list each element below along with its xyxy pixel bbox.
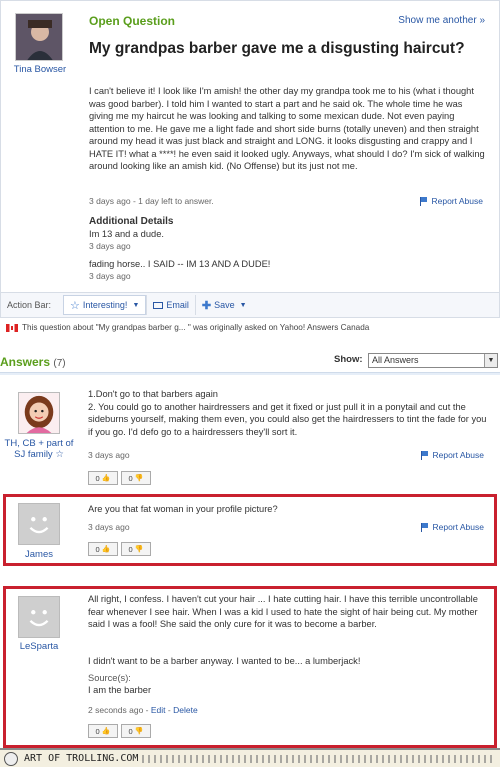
additional-detail-text: fading horse.. I SAID -- IM 13 AND A DUD… <box>89 259 271 269</box>
asker-avatar[interactable] <box>15 13 63 61</box>
answers-count: (7) <box>53 358 66 369</box>
show-filter-label: Show: <box>334 354 363 365</box>
flag-icon <box>420 196 428 206</box>
question-meta: 3 days ago - 1 day left to answer. <box>89 196 214 206</box>
thumbs-down-count: 0 <box>128 544 133 554</box>
thumbs-up-icon: 👍 <box>101 546 111 553</box>
answer-votes: 0 👍 0 👎 <box>88 542 151 556</box>
footer-text: ART OF TROLLING.COM <box>24 753 139 764</box>
thumbs-up-count: 0 <box>95 473 100 483</box>
email-button[interactable]: Email <box>146 295 195 315</box>
thumbs-up-count: 0 <box>95 726 100 736</box>
thumbs-up-button[interactable]: 0 👍 <box>88 471 118 485</box>
question-title: My grandpas barber gave me a disgusting … <box>89 40 465 57</box>
answerer-username[interactable]: LeSparta <box>4 641 74 652</box>
additional-details-title: Additional Details <box>89 216 174 227</box>
chevron-down-icon: ▼ <box>132 301 140 309</box>
answer-report-abuse[interactable]: Report Abuse <box>421 522 484 532</box>
origin-text: This question about "My grandpas barber … <box>22 323 370 332</box>
canada-flag-icon <box>6 323 18 332</box>
thumbs-up-button[interactable]: 0 👍 <box>88 724 118 738</box>
thumbs-up-icon: 👍 <box>101 475 111 482</box>
additional-detail-text: Im 13 and a dude. <box>89 229 164 239</box>
thumbs-down-button[interactable]: 0 👎 <box>121 724 151 738</box>
thumbs-down-button[interactable]: 0 👎 <box>121 542 151 556</box>
question-panel: Tina Bowser Open Question Show me anothe… <box>0 0 500 292</box>
answerer-avatar[interactable] <box>18 596 60 638</box>
email-label: Email <box>166 300 189 310</box>
answer-body: I didn't want to be a barber anyway. I w… <box>88 656 361 666</box>
answerer-username[interactable]: James <box>4 549 74 560</box>
answer-timestamp: 2 seconds ago <box>88 705 144 715</box>
answer-meta: 3 days ago <box>88 522 130 532</box>
question-body: I can't believe it! I look like I'm amis… <box>89 86 485 171</box>
thumbs-up-icon: 👍 <box>101 728 111 735</box>
answers-divider <box>0 372 500 375</box>
flag-icon <box>421 522 429 532</box>
answer-meta: 3 days ago <box>88 450 130 460</box>
answer-body: Are you that fat woman in your profile p… <box>88 504 278 514</box>
thumbs-down-button[interactable]: 0 👎 <box>121 471 151 485</box>
show-me-another-link[interactable]: Show me another » <box>398 15 485 26</box>
thumbs-up-count: 0 <box>95 544 100 554</box>
cartoon-woman-icon <box>19 393 59 433</box>
envelope-icon <box>153 301 164 309</box>
edit-link[interactable]: Edit <box>151 705 166 715</box>
troll-face-icon <box>4 751 18 766</box>
answer-item: TH, CB + part of SJ family ☆ 1.Don't go … <box>0 380 500 490</box>
answers-title: Answers <box>0 355 51 369</box>
report-abuse-label: Report Abuse <box>431 196 483 206</box>
asker-username[interactable]: Tina Bowser <box>9 64 71 75</box>
answer-item: LeSparta All right, I confess. I haven't… <box>0 586 500 748</box>
origin-notice: This question about "My grandpas barber … <box>6 323 369 332</box>
additional-detail-meta: 3 days ago <box>89 271 131 281</box>
chevron-down-icon: ▼ <box>239 301 247 309</box>
decorative-border <box>142 754 496 763</box>
source-text: I am the barber <box>88 685 152 695</box>
question-status-label: Open Question <box>89 14 176 28</box>
answerer-avatar[interactable] <box>18 392 60 434</box>
action-bar-label: Action Bar: <box>7 300 52 310</box>
answer-body: 1.Don't go to that barbers again 2. You … <box>88 388 488 438</box>
default-smiley-icon <box>19 504 59 544</box>
question-report-abuse[interactable]: Report Abuse <box>420 196 483 206</box>
flag-icon <box>421 450 429 460</box>
thumbs-down-count: 0 <box>128 473 133 483</box>
asker-photo-icon <box>16 14 62 60</box>
answer-line: 1.Don't go to that barbers again <box>88 389 218 399</box>
answer-line: 2. You could go to another hairdressers … <box>88 401 487 437</box>
thumbs-down-icon: 👎 <box>134 728 144 735</box>
default-smiley-icon <box>19 597 59 637</box>
report-abuse-label: Report Abuse <box>432 522 484 532</box>
answerer-avatar[interactable] <box>18 503 60 545</box>
save-label: Save <box>214 300 235 310</box>
chevron-down-icon: ▼ <box>484 354 497 367</box>
answer-item: James Are you that fat woman in your pro… <box>0 494 500 566</box>
save-button[interactable]: ✚ Save ▼ <box>194 295 253 315</box>
show-filter-value: All Answers <box>372 355 419 365</box>
star-icon: ☆ <box>70 299 80 312</box>
plus-icon: ✚ <box>201 299 212 312</box>
answerer-username[interactable]: TH, CB + part of SJ family ☆ <box>4 438 74 460</box>
answers-heading: Answers (7) <box>0 355 66 369</box>
show-filter-select[interactable]: All Answers ▼ <box>368 353 498 368</box>
answer-body: All right, I confess. I haven't cut your… <box>88 594 478 629</box>
interesting-button[interactable]: ☆ Interesting! ▼ <box>63 295 147 315</box>
answer-meta: 2 seconds ago - Edit - Delete <box>88 705 198 715</box>
action-bar: Action Bar: ☆ Interesting! ▼ Email ✚ Sav… <box>0 292 500 318</box>
report-abuse-label: Report Abuse <box>432 450 484 460</box>
answer-votes: 0 👍 0 👎 <box>88 471 151 485</box>
answer-votes: 0 👍 0 👎 <box>88 724 151 738</box>
source-label: Source(s): <box>88 673 131 683</box>
interesting-label: Interesting! <box>82 300 128 310</box>
additional-detail-meta: 3 days ago <box>89 241 131 251</box>
thumbs-down-count: 0 <box>128 726 133 736</box>
thumbs-down-icon: 👎 <box>134 475 144 482</box>
thumbs-up-button[interactable]: 0 👍 <box>88 542 118 556</box>
delete-link[interactable]: Delete <box>173 705 198 715</box>
answer-report-abuse[interactable]: Report Abuse <box>421 450 484 460</box>
thumbs-down-icon: 👎 <box>134 546 144 553</box>
watermark-footer: ART OF TROLLING.COM <box>0 748 500 767</box>
